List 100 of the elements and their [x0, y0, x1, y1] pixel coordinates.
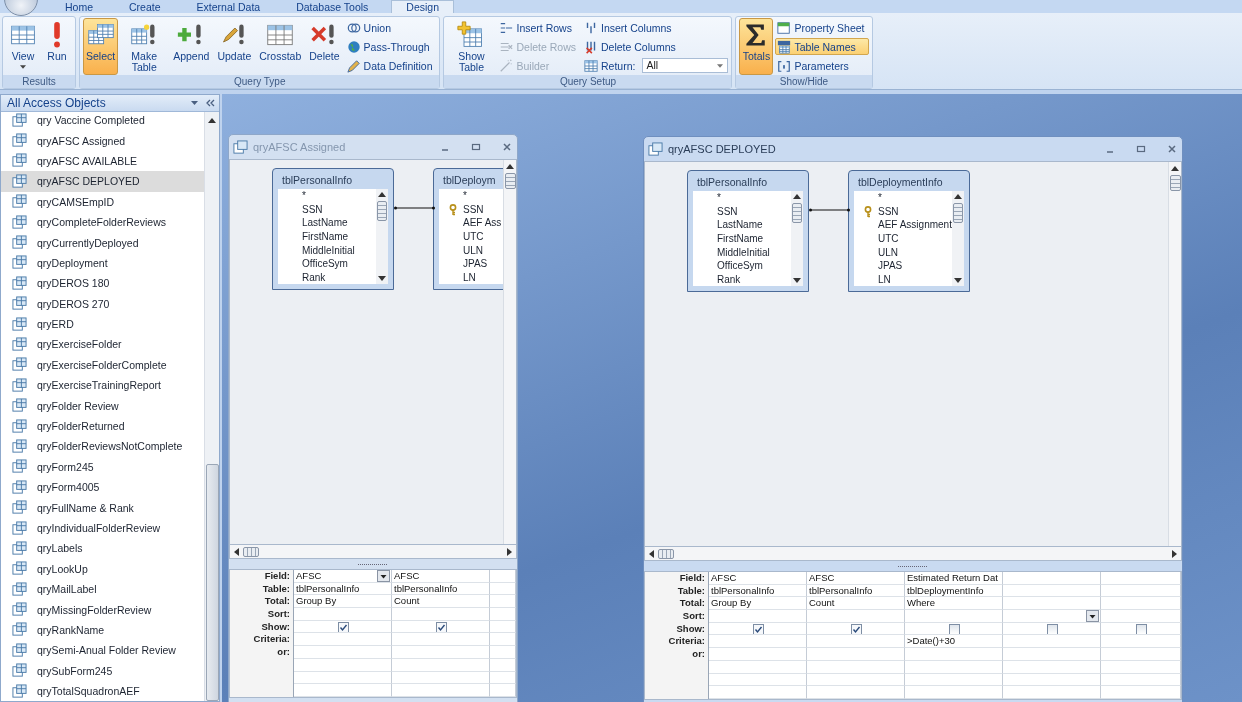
field-name[interactable]: LastName: [302, 217, 348, 229]
dropdown-icon[interactable]: [190, 100, 199, 106]
table-box[interactable]: tblDeploym * SSN AEF Ass UTC ULN JPAS LN: [433, 168, 503, 290]
show-checkbox[interactable]: [1047, 623, 1058, 635]
ribbon-button[interactable]: Append: [170, 18, 213, 75]
ribbon-tab[interactable]: Database Tools: [283, 0, 382, 13]
vertical-scrollbar[interactable]: [952, 191, 964, 286]
query-item[interactable]: qryRankName: [1, 619, 204, 641]
grid-cell[interactable]: [1101, 597, 1181, 611]
field-name[interactable]: ULN: [878, 246, 898, 258]
ribbon-tab[interactable]: External Data: [183, 0, 274, 13]
field-name[interactable]: LN: [878, 273, 891, 285]
field-name[interactable]: LastName: [717, 219, 763, 231]
ribbon-button[interactable]: Table Names: [775, 38, 869, 55]
grid-cell[interactable]: [1003, 660, 1101, 674]
field-name[interactable]: MiddleInitial: [302, 244, 355, 256]
vertical-scrollbar[interactable]: [204, 112, 219, 701]
grid-cell[interactable]: Where: [905, 597, 1003, 611]
grid-cell[interactable]: [1101, 673, 1181, 687]
ribbon-button[interactable]: Pass-Through: [344, 38, 437, 55]
grid-cell[interactable]: [709, 660, 807, 674]
grid-cell[interactable]: [807, 686, 905, 699]
splitter-handle[interactable]: [898, 564, 928, 568]
query-item[interactable]: qryDEROS 180: [1, 273, 204, 294]
horizontal-scrollbar[interactable]: [229, 545, 517, 559]
field-name[interactable]: SSN: [878, 205, 899, 217]
grid-cell[interactable]: [392, 671, 490, 685]
grid-cell[interactable]: [1003, 584, 1101, 598]
grid-cell[interactable]: [1101, 572, 1181, 585]
query-item[interactable]: qryExerciseFolder: [1, 334, 204, 355]
maximize-icon[interactable]: [470, 141, 482, 153]
ribbon-button[interactable]: Data Definition: [344, 57, 437, 74]
field-name[interactable]: Rank: [717, 273, 741, 285]
field-name[interactable]: ULN: [463, 244, 483, 256]
grid-cell[interactable]: [392, 658, 490, 672]
grid-cell[interactable]: [709, 610, 807, 623]
query-item[interactable]: qryDeployment: [1, 252, 204, 274]
scroll-right-icon[interactable]: [1172, 549, 1177, 558]
vertical-scrollbar[interactable]: [791, 191, 803, 286]
grid-cell[interactable]: [392, 608, 490, 621]
query-item[interactable]: qryFolderReviewsNotComplete: [1, 436, 204, 457]
field-name[interactable]: SSN: [717, 205, 738, 217]
ribbon-button[interactable]: Update: [214, 18, 255, 75]
grid-cell[interactable]: [490, 646, 516, 659]
ribbon-button[interactable]: Totals: [739, 18, 774, 75]
show-checkbox[interactable]: [1136, 623, 1147, 635]
query-item[interactable]: qrySemi-Anual Folder Review: [1, 640, 204, 661]
scroll-left-icon[interactable]: [234, 547, 239, 556]
query-item[interactable]: qryCAMSEmpID: [1, 191, 204, 212]
field-name[interactable]: *: [463, 190, 467, 202]
scroll-up-icon[interactable]: [793, 194, 801, 199]
query-item[interactable]: qryExerciseFolderComplete: [1, 354, 204, 376]
grid-cell[interactable]: tblPersonalInfo: [709, 584, 807, 598]
grid-cell[interactable]: [392, 646, 490, 659]
grid-cell[interactable]: Estimated Return Dat: [905, 572, 1003, 585]
grid-cell[interactable]: [1003, 572, 1101, 585]
grid-cell[interactable]: [1003, 610, 1101, 623]
scroll-thumb[interactable]: [1169, 175, 1181, 191]
field-name[interactable]: JPAS: [463, 258, 488, 270]
field-name[interactable]: FirstName: [717, 233, 764, 245]
query-item[interactable]: qryAFSC AVAILABLE: [1, 150, 204, 172]
grid-cell[interactable]: [490, 671, 516, 685]
field-name[interactable]: AEF Assignment: [878, 219, 952, 231]
show-checkbox[interactable]: [436, 621, 447, 633]
field-name[interactable]: *: [878, 192, 882, 204]
grid-cell[interactable]: [490, 595, 516, 609]
grid-cell[interactable]: Group By: [294, 595, 392, 609]
grid-cell[interactable]: [1101, 635, 1181, 649]
query-item[interactable]: qryFolder Review: [1, 395, 204, 416]
grid-cell[interactable]: [709, 686, 807, 699]
query-item[interactable]: qryLabels: [1, 538, 204, 559]
close-icon[interactable]: [1166, 143, 1178, 155]
grid-cell[interactable]: [709, 648, 807, 661]
query-item[interactable]: qryDEROS 270: [1, 293, 204, 314]
grid-cell[interactable]: [294, 684, 392, 697]
ribbon-button[interactable]: Delete: [306, 18, 343, 75]
ribbon-button[interactable]: Insert Columns: [582, 19, 729, 36]
grid-cell[interactable]: [905, 673, 1003, 687]
ribbon-tab[interactable]: Home: [52, 0, 106, 13]
grid-cell[interactable]: [294, 608, 392, 621]
query-item[interactable]: qryERD: [1, 313, 204, 335]
ribbon-button[interactable]: Union: [344, 19, 437, 36]
grid-cell[interactable]: AFSC: [709, 572, 807, 585]
scroll-up-icon[interactable]: [506, 164, 514, 169]
show-checkbox[interactable]: [851, 623, 862, 635]
grid-cell[interactable]: Count: [392, 595, 490, 609]
ribbon-button[interactable]: Make Table: [120, 18, 169, 75]
close-icon[interactable]: [501, 141, 513, 153]
grid-cell[interactable]: [392, 620, 490, 634]
scroll-up-icon[interactable]: [1171, 166, 1179, 171]
grid-cell[interactable]: >Date()+30: [905, 635, 1003, 649]
grid-cell[interactable]: [807, 635, 905, 649]
query-item[interactable]: qryTotalSquadronAEF: [1, 680, 204, 701]
grid-cell[interactable]: [490, 570, 516, 583]
field-name[interactable]: LN: [463, 271, 476, 283]
query-item[interactable]: qryCurrentlyDeployed: [1, 232, 204, 253]
grid-cell[interactable]: [490, 620, 516, 634]
show-checkbox[interactable]: [753, 623, 764, 635]
grid-cell[interactable]: [807, 673, 905, 687]
grid-cell[interactable]: [294, 646, 392, 659]
